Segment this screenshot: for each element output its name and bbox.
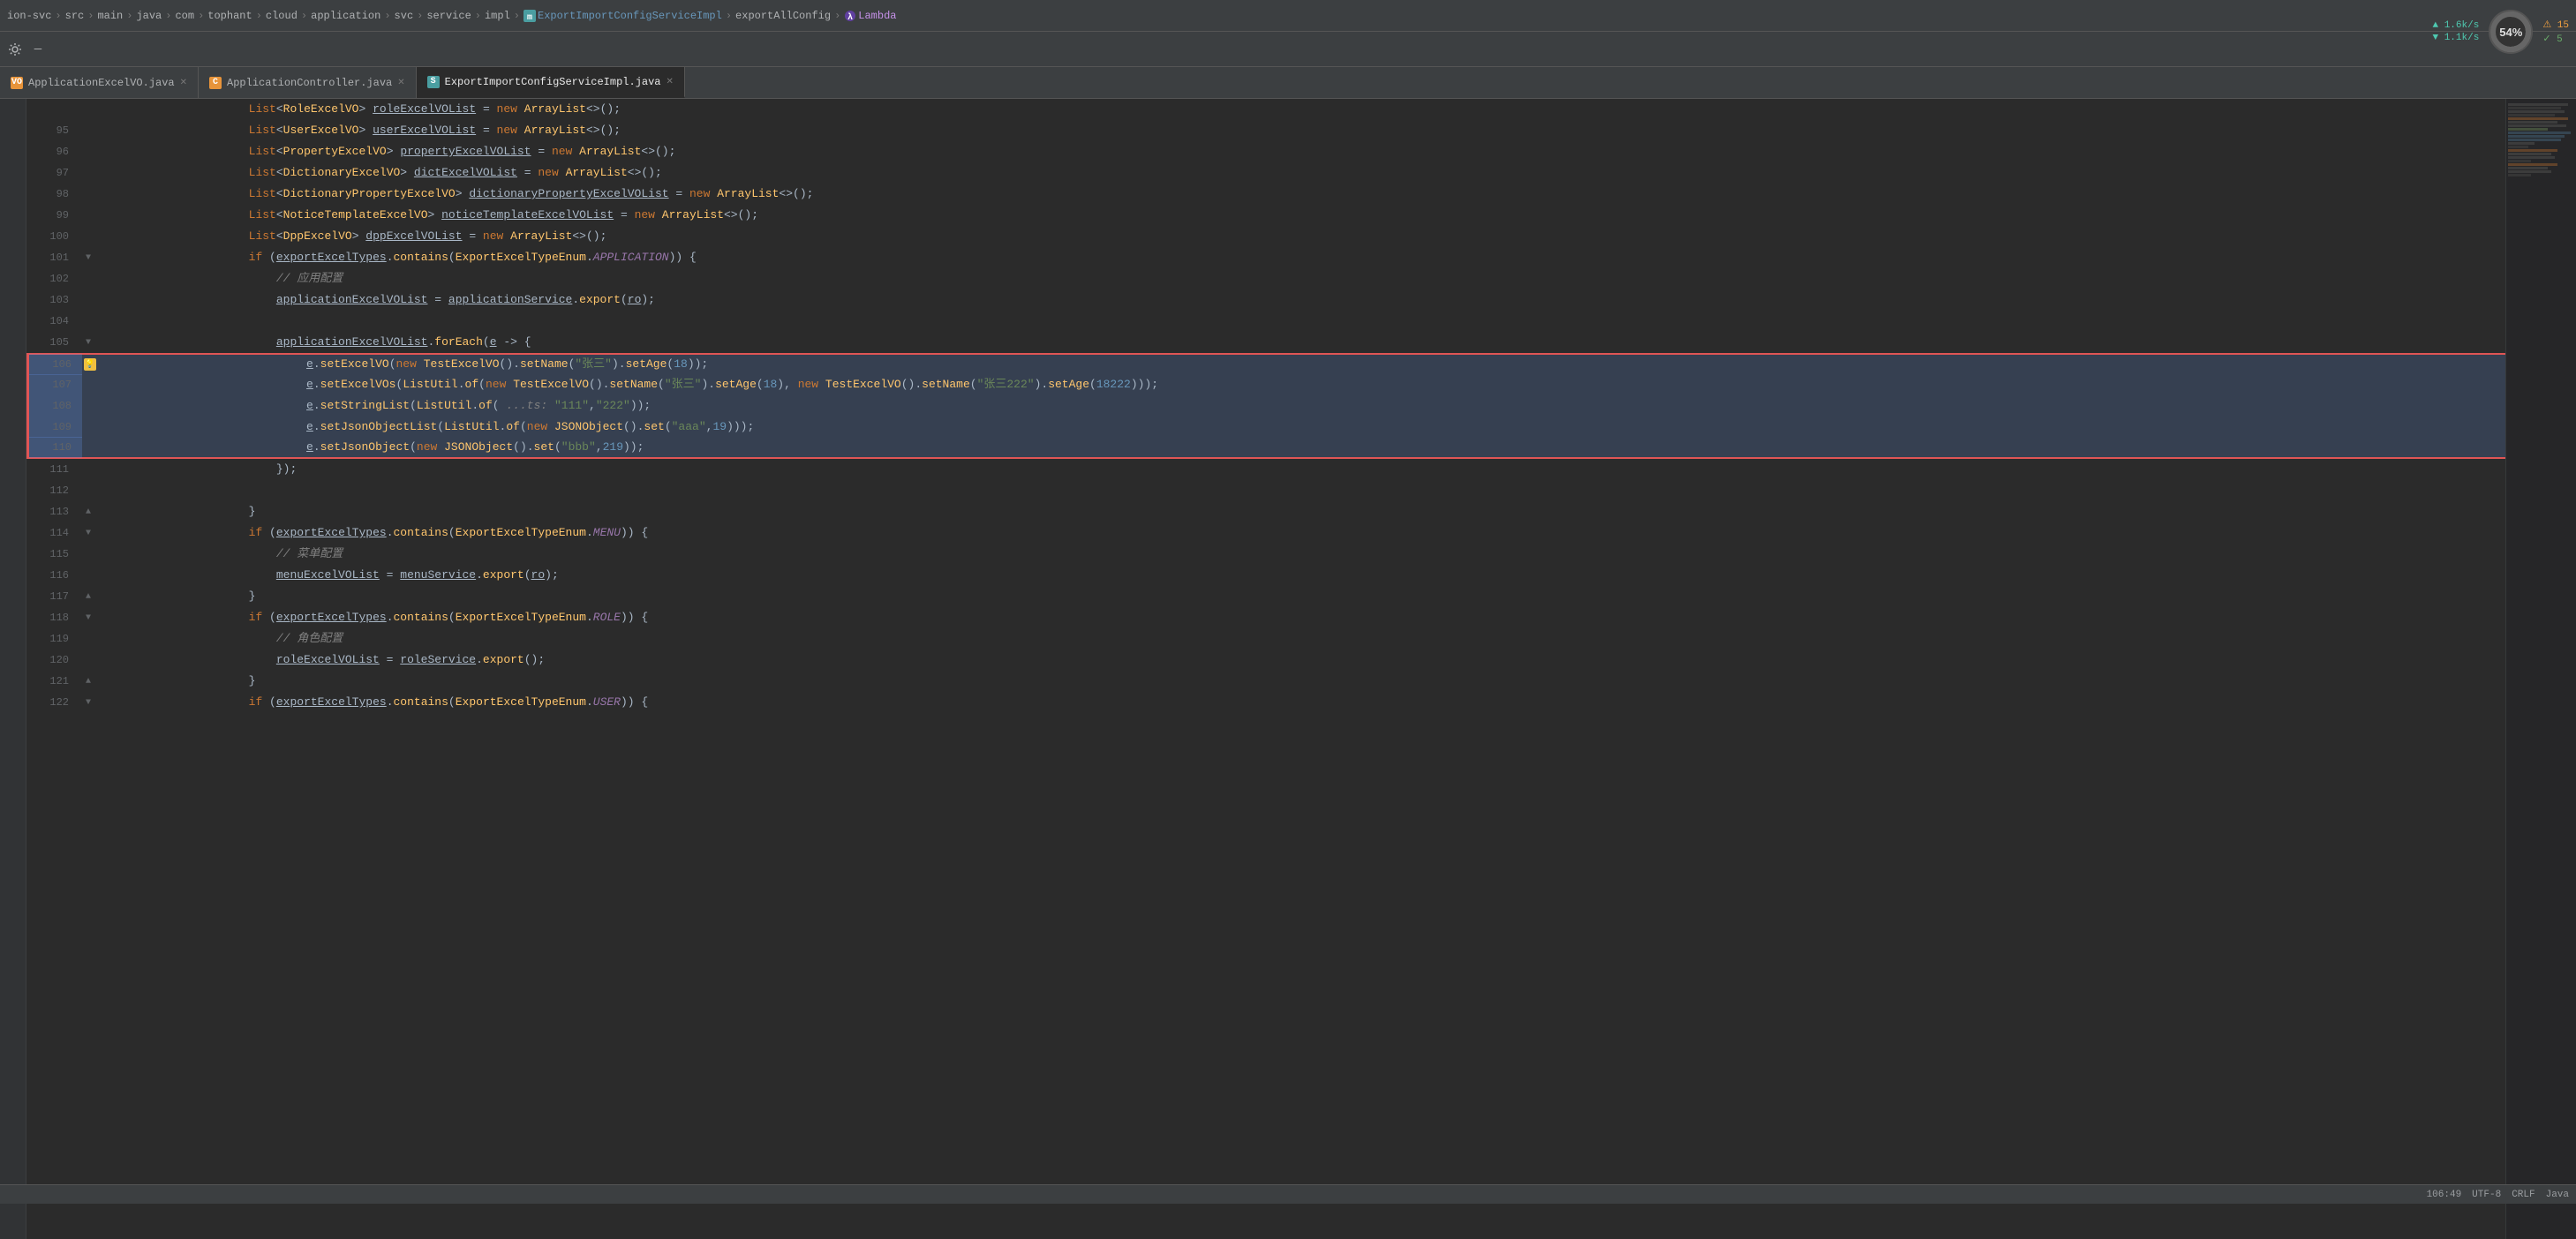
performance-meter: ▲ 1.6k/s ▼ 1.1k/s 54% ⚠ 15 ✓ 5 bbox=[2432, 7, 2569, 56]
breadcrumb-com[interactable]: com bbox=[175, 10, 194, 22]
breadcrumb-cloud[interactable]: cloud bbox=[266, 10, 298, 22]
perf-net-down: ▼ 1.1k/s bbox=[2432, 33, 2479, 43]
breadcrumb-lambda[interactable]: Lambda bbox=[858, 10, 896, 22]
code-line-103: 103 applicationExcelVOList = application… bbox=[26, 289, 2505, 311]
toolbar: — bbox=[0, 32, 2576, 67]
tab-applicationcontroller[interactable]: C ApplicationController.java ✕ bbox=[199, 67, 417, 98]
tab-icon-exportimportconfigserviceimpl: S bbox=[427, 76, 440, 88]
breadcrumb-java[interactable]: java bbox=[136, 10, 162, 22]
svg-text:λ: λ bbox=[847, 12, 853, 22]
tab-bar: VO ApplicationExcelVO.java ✕ C Applicati… bbox=[0, 67, 2576, 99]
breadcrumb-src[interactable]: src bbox=[65, 10, 85, 22]
svg-text:m: m bbox=[527, 13, 532, 22]
breadcrumb-service[interactable]: service bbox=[426, 10, 471, 22]
code-line-122: 122 ▼ if (exportExcelTypes.contains(Expo… bbox=[26, 692, 2505, 713]
breadcrumb-svc[interactable]: svc bbox=[395, 10, 414, 22]
bulb-icon-106[interactable]: 💡 bbox=[84, 358, 96, 371]
fold-arrow-113[interactable]: ▲ bbox=[86, 507, 91, 517]
fold-arrow-118[interactable]: ▼ bbox=[86, 613, 91, 623]
perf-net-up: ▲ 1.6k/s bbox=[2432, 20, 2479, 31]
breadcrumb-application[interactable]: application bbox=[311, 10, 380, 22]
breadcrumb-bar: ion-svc › src › main › java › com › toph… bbox=[0, 0, 2576, 32]
code-line-111: 111 }); bbox=[26, 459, 2505, 480]
perf-ok: ✓ 5 bbox=[2542, 33, 2569, 45]
fold-arrow-122[interactable]: ▼ bbox=[86, 698, 91, 708]
status-encoding: UTF-8 bbox=[2472, 1190, 2501, 1200]
toolbar-settings-btn[interactable] bbox=[5, 40, 25, 59]
cpu-percent: 54% bbox=[2499, 26, 2522, 39]
breadcrumb-project[interactable]: ion-svc bbox=[7, 10, 51, 22]
status-line-sep: CRLF bbox=[2512, 1190, 2535, 1200]
fold-arrow-114[interactable]: ▼ bbox=[86, 529, 91, 538]
status-lang: Java bbox=[2546, 1190, 2569, 1200]
breadcrumb-method[interactable]: exportAllConfig bbox=[735, 10, 831, 22]
breadcrumb-class-icon: m bbox=[523, 10, 536, 22]
breadcrumb-impl[interactable]: impl bbox=[485, 10, 510, 22]
tab-close-exportimportconfigserviceimpl[interactable]: ✕ bbox=[667, 77, 674, 87]
status-bar: 106:49 UTF-8 CRLF Java bbox=[0, 1184, 2576, 1204]
status-position: 106:49 bbox=[2427, 1190, 2462, 1200]
breadcrumb-class[interactable]: ExportImportConfigServiceImpl bbox=[538, 10, 722, 22]
tab-close-applicationcontroller[interactable]: ✕ bbox=[397, 78, 404, 88]
tab-icon-applicationexcelvo: VO bbox=[11, 77, 23, 89]
breadcrumb-lambda-icon: λ bbox=[844, 10, 856, 22]
perf-warn: ⚠ 15 bbox=[2542, 19, 2569, 31]
tab-applicationexcelvo[interactable]: VO ApplicationExcelVO.java ✕ bbox=[0, 67, 199, 98]
fold-arrow-117[interactable]: ▲ bbox=[86, 592, 91, 602]
tab-icon-applicationcontroller: C bbox=[209, 77, 222, 89]
tab-label-exportimportconfigserviceimpl: ExportImportConfigServiceImpl.java bbox=[445, 76, 661, 88]
tab-label-applicationexcelvo: ApplicationExcelVO.java bbox=[28, 77, 175, 89]
tab-exportimportconfigserviceimpl[interactable]: S ExportImportConfigServiceImpl.java ✕ bbox=[417, 67, 685, 98]
fold-arrow-121[interactable]: ▲ bbox=[86, 677, 91, 687]
editor-container: List<RoleExcelVO> roleExcelVOList = new … bbox=[0, 99, 2576, 1239]
code-area[interactable]: List<RoleExcelVO> roleExcelVOList = new … bbox=[26, 99, 2576, 1239]
minimap[interactable] bbox=[2505, 99, 2576, 1239]
tab-label-applicationcontroller: ApplicationController.java bbox=[227, 77, 392, 89]
breadcrumb-tophant[interactable]: tophant bbox=[207, 10, 252, 22]
fold-arrow-101[interactable]: ▼ bbox=[86, 253, 91, 263]
toolbar-minimize-btn[interactable]: — bbox=[28, 40, 48, 59]
breadcrumb-main[interactable]: main bbox=[97, 10, 123, 22]
fold-arrow-105[interactable]: ▼ bbox=[86, 338, 91, 348]
tab-close-applicationexcelvo[interactable]: ✕ bbox=[180, 78, 187, 88]
left-gutter bbox=[0, 99, 26, 1239]
